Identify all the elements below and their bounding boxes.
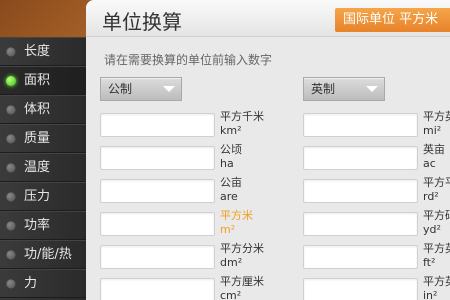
- radio-dot-icon: [6, 250, 16, 260]
- radio-dot-icon: [6, 134, 16, 144]
- radio-dot-icon: [6, 192, 16, 202]
- unit-row-ac: 英亩 ac: [303, 143, 450, 175]
- unit-system-tab[interactable]: 国际单位 平方米: [335, 8, 450, 32]
- sidebar-item-temperature[interactable]: 温度: [0, 153, 86, 182]
- unit-name: 平方英: [423, 242, 450, 255]
- unit-name: 平方码: [423, 209, 450, 222]
- sidebar-item-pressure[interactable]: 压力: [0, 182, 86, 211]
- unit-row-are: 公亩 are: [100, 176, 290, 208]
- sidebar-item-label: 压力: [24, 189, 51, 204]
- sidebar-item-label: 体积: [24, 102, 51, 117]
- unit-symbol: ha: [220, 157, 234, 170]
- instruction-text: 请在需要换算的单位前输入数字: [104, 53, 273, 67]
- radio-dot-icon: [6, 105, 16, 115]
- value-input-in2[interactable]: [303, 278, 418, 300]
- unit-row-dm2: 平方分米 dm²: [100, 242, 290, 274]
- sidebar-item-label: 功/能/热: [24, 247, 72, 262]
- sidebar-item-label: 功率: [24, 218, 51, 233]
- unit-name: 平方英: [423, 275, 450, 288]
- unit-symbol: rd²: [423, 190, 439, 203]
- unit-symbol: are: [220, 190, 238, 203]
- category-sidebar: 长度 面积 体积 质量 温度 压力 功率 功/能/热 力: [0, 37, 86, 300]
- unit-symbol: ft²: [423, 256, 436, 269]
- right-system-select[interactable]: 英制: [303, 77, 385, 101]
- select-value: 英制: [311, 82, 336, 96]
- unit-name: 平方平: [423, 176, 450, 189]
- sidebar-item-volume[interactable]: 体积: [0, 95, 86, 124]
- sidebar-item-area[interactable]: 面积: [0, 66, 86, 95]
- value-input-mi2[interactable]: [303, 113, 418, 137]
- value-input-km2[interactable]: [100, 113, 215, 137]
- unit-row-mi2: 平方英 mi²: [303, 110, 450, 142]
- value-input-rd2[interactable]: [303, 179, 418, 203]
- value-input-dm2[interactable]: [100, 245, 215, 269]
- unit-symbol: km²: [220, 124, 242, 137]
- unit-name: 英亩: [423, 143, 445, 156]
- sidebar-item-force[interactable]: 力: [0, 269, 86, 298]
- unit-row-rd2: 平方平 rd²: [303, 176, 450, 208]
- unit-row-km2: 平方千米 km²: [100, 110, 290, 142]
- unit-symbol: cm²: [220, 289, 242, 300]
- header-bar: 单位换算 国际单位 平方米: [86, 0, 450, 37]
- radio-dot-icon: [6, 163, 16, 173]
- unit-symbol: in²: [423, 289, 438, 300]
- sidebar-item-energy[interactable]: 功/能/热: [0, 240, 86, 269]
- unit-row-ha: 公顷 ha: [100, 143, 290, 175]
- left-system-select[interactable]: 公制: [100, 77, 182, 101]
- sidebar-item-label: 温度: [24, 160, 51, 175]
- unit-name: 公顷: [220, 143, 242, 156]
- select-value: 公制: [108, 82, 133, 96]
- page-title: 单位换算: [102, 10, 182, 34]
- unit-symbol: m²: [220, 223, 236, 236]
- unit-name: 平方千米: [220, 110, 264, 123]
- unit-row-cm2: 平方厘米 cm²: [100, 275, 290, 300]
- unit-symbol: mi²: [423, 124, 442, 137]
- value-input-cm2[interactable]: [100, 278, 215, 300]
- value-input-yd2[interactable]: [303, 212, 418, 236]
- radio-dot-icon: [6, 47, 16, 57]
- radio-dot-active-icon: [6, 76, 16, 86]
- unit-row-in2: 平方英 in²: [303, 275, 450, 300]
- unit-symbol: yd²: [423, 223, 441, 236]
- chevron-down-icon: [366, 86, 378, 92]
- value-input-are[interactable]: [100, 179, 215, 203]
- sidebar-item-length[interactable]: 长度: [0, 37, 86, 66]
- chevron-down-icon: [163, 86, 175, 92]
- unit-name: 平方分米: [220, 242, 264, 255]
- unit-symbol: ac: [423, 157, 436, 170]
- unit-row-yd2: 平方码 yd²: [303, 209, 450, 241]
- value-input-ac[interactable]: [303, 146, 418, 170]
- sidebar-item-power[interactable]: 功率: [0, 211, 86, 240]
- unit-name: 平方米: [220, 209, 253, 222]
- sidebar-item-label: 力: [24, 276, 38, 291]
- sidebar-item-label: 长度: [24, 44, 51, 59]
- unit-name: 平方英: [423, 110, 450, 123]
- unit-name: 平方厘米: [220, 275, 264, 288]
- radio-dot-icon: [6, 279, 16, 289]
- unit-symbol: dm²: [220, 256, 243, 269]
- value-input-m2[interactable]: [100, 212, 215, 236]
- radio-dot-icon: [6, 221, 16, 231]
- conversion-panel: 单位换算 国际单位 平方米 请在需要换算的单位前输入数字 公制 英制 平方千米 …: [86, 0, 450, 300]
- sidebar-item-mass[interactable]: 质量: [0, 124, 86, 153]
- sidebar-item-label: 质量: [24, 131, 51, 146]
- unit-row-ft2: 平方英 ft²: [303, 242, 450, 274]
- sidebar-item-label: 面积: [24, 73, 51, 88]
- value-input-ha[interactable]: [100, 146, 215, 170]
- unit-row-m2: 平方米 m²: [100, 209, 290, 241]
- value-input-ft2[interactable]: [303, 245, 418, 269]
- unit-name: 公亩: [220, 176, 242, 189]
